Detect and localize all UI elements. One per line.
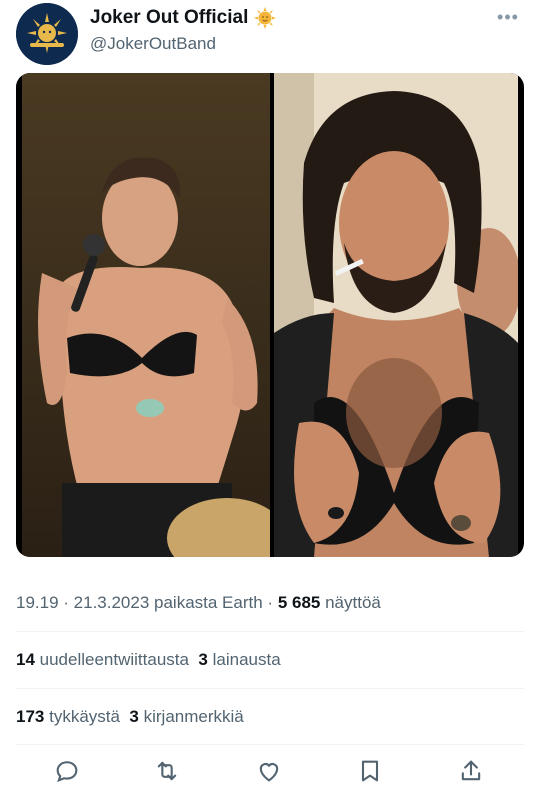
bookmarks-count: 3 (129, 707, 139, 726)
views-count: 5 685 (277, 593, 321, 612)
tweet-meta: 19.19 · 21.3.2023 paikasta Earth · 5 685… (16, 593, 381, 613)
stats-row-likes: 173 tykkäystä 3 kirjanmerkkiä (16, 707, 244, 727)
meta-separator: · (262, 593, 278, 612)
quotes-count: 3 (198, 650, 208, 669)
retweets-link[interactable]: 14 uudelleentwiittausta (16, 650, 189, 669)
sun-logo-icon (16, 3, 78, 65)
handle[interactable]: @JokerOutBand (90, 34, 216, 54)
tweet-media[interactable] (16, 73, 524, 557)
likes-count: 173 (16, 707, 45, 726)
share-icon[interactable] (457, 757, 487, 787)
stats-row-retweets: 14 uudelleentwiittausta 3 lainausta (16, 650, 281, 670)
name-row: Joker Out Official (90, 7, 277, 29)
tweet-source: paikasta Earth (149, 593, 263, 612)
tweet-date[interactable]: 21.3.2023 (74, 593, 150, 612)
divider (16, 688, 524, 689)
likes-link[interactable]: 173 tykkäystä (16, 707, 120, 726)
retweets-count: 14 (16, 650, 35, 669)
views-label: näyttöä (320, 593, 381, 612)
display-name[interactable]: Joker Out Official (90, 7, 248, 29)
photo (22, 73, 270, 557)
reply-icon[interactable] (53, 757, 83, 787)
divider (16, 631, 524, 632)
retweets-label: uudelleentwiittausta (34, 650, 189, 669)
quotes-label: lainausta (207, 650, 281, 669)
sun-emoji-icon (254, 7, 277, 29)
photo-left[interactable] (22, 73, 270, 557)
bookmarks-label: kirjanmerkkiä (138, 707, 244, 726)
quotes-link[interactable]: 3 lainausta (198, 650, 280, 669)
retweet-icon[interactable] (153, 757, 183, 787)
like-icon[interactable] (255, 757, 285, 787)
photo-right[interactable] (274, 73, 518, 557)
divider (16, 744, 524, 745)
bookmark-icon[interactable] (356, 757, 386, 787)
likes-label: tykkäystä (44, 707, 120, 726)
meta-separator: · (58, 593, 74, 612)
photo (274, 73, 518, 557)
tweet-time[interactable]: 19.19 (16, 593, 59, 612)
more-options-icon[interactable]: ••• (494, 8, 522, 30)
bookmarks-link[interactable]: 3 kirjanmerkkiä (129, 707, 243, 726)
tweet-header: Joker Out Official @JokerOutBand ••• (0, 0, 540, 70)
avatar[interactable] (16, 3, 78, 65)
action-bar (0, 757, 540, 793)
